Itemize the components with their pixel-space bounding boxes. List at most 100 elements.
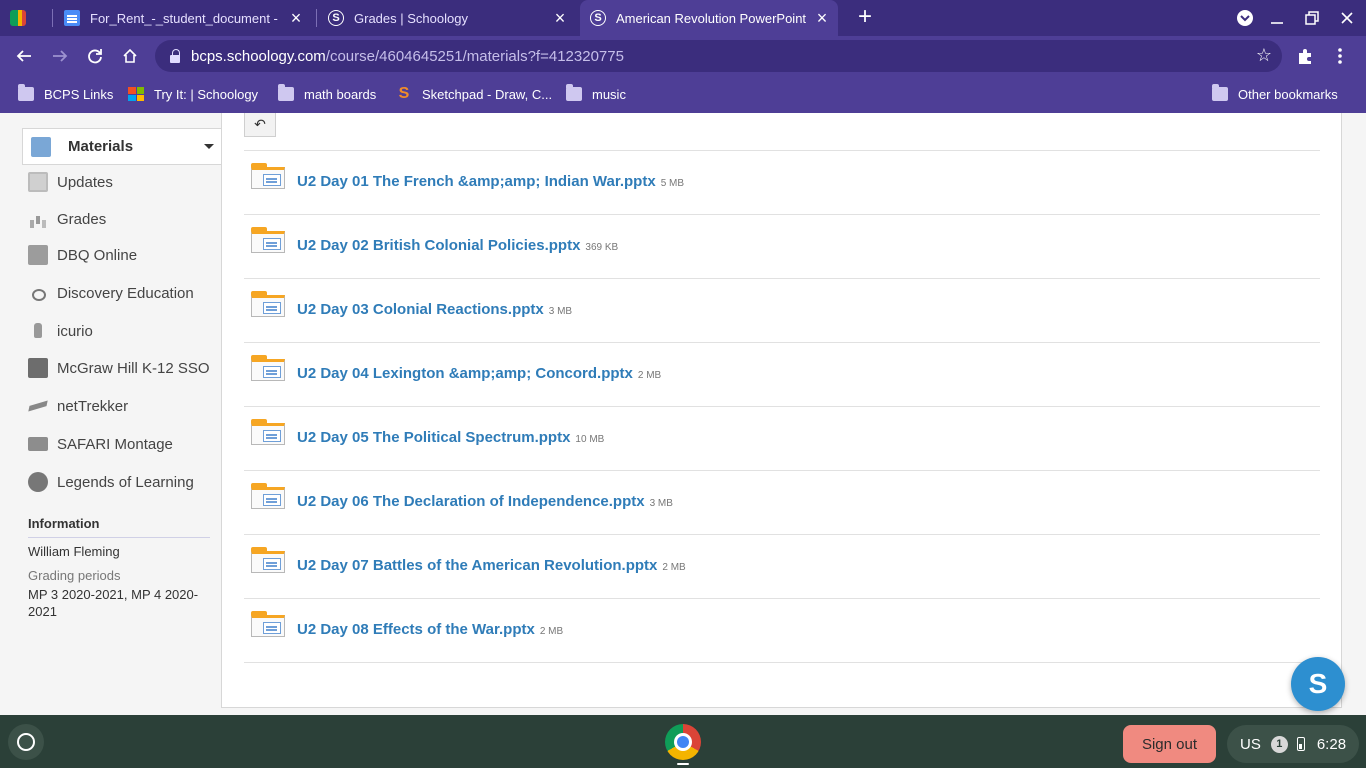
folder-icon bbox=[278, 84, 294, 101]
material-link[interactable]: U2 Day 06 The Declaration of Independenc… bbox=[297, 493, 673, 510]
powerpoint-file-icon bbox=[251, 547, 285, 573]
address-bar[interactable]: bcps.schoology.com/course/4604645251/mat… bbox=[155, 40, 1282, 72]
back-button[interactable]: ↶ bbox=[244, 113, 276, 137]
file-size: 2 MB bbox=[662, 562, 686, 573]
teacher-name[interactable]: William Fleming bbox=[28, 544, 120, 559]
bookmark-bcps-links[interactable]: BCPS Links bbox=[18, 84, 113, 104]
grading-periods-value: MP 3 2020-2021, MP 4 2020-2021 bbox=[28, 587, 199, 619]
material-link[interactable]: U2 Day 08 Effects of the War.pptx 2 MB bbox=[297, 621, 563, 638]
material-row: U2 Day 07 Battles of the American Revolu… bbox=[244, 535, 1320, 599]
file-name[interactable]: U2 Day 08 Effects of the War.pptx bbox=[297, 621, 535, 638]
file-name[interactable]: U2 Day 02 British Colonial Policies.pptx bbox=[297, 237, 580, 254]
meet-icon bbox=[10, 10, 26, 26]
chrome-icon[interactable] bbox=[665, 724, 701, 760]
sidebar-item-grades[interactable]: Grades bbox=[28, 208, 106, 230]
sidebar-item-materials[interactable]: Materials bbox=[22, 128, 222, 165]
updates-icon bbox=[28, 172, 48, 192]
tab-grades[interactable]: S Grades | Schoology × bbox=[328, 0, 568, 36]
file-size: 3 MB bbox=[649, 498, 673, 509]
sidebar-item-legends-of-learning[interactable]: Legends of Learning bbox=[28, 471, 194, 493]
close-icon[interactable]: × bbox=[814, 8, 830, 29]
material-link[interactable]: U2 Day 05 The Political Spectrum.pptx 10 … bbox=[297, 429, 604, 446]
back-icon[interactable] bbox=[8, 40, 40, 72]
bookmark-label: math boards bbox=[304, 86, 377, 102]
materials-icon bbox=[31, 136, 51, 157]
url-host: bcps.schoology.com bbox=[191, 47, 326, 65]
bookmark-math-boards[interactable]: math boards bbox=[278, 84, 376, 104]
sidebar-item-discovery-education[interactable]: Discovery Education bbox=[28, 282, 194, 304]
tab-american-revolution[interactable]: S American Revolution PowerPoint × bbox=[580, 0, 838, 36]
forward-icon[interactable] bbox=[44, 40, 76, 72]
close-icon[interactable]: × bbox=[552, 8, 568, 29]
sidebar-item-dbq-online[interactable]: DBQ Online bbox=[28, 244, 137, 266]
schoology-help-button[interactable]: S bbox=[1291, 657, 1345, 711]
material-link[interactable]: U2 Day 03 Colonial Reactions.pptx 3 MB bbox=[297, 301, 572, 318]
tab-title: American Revolution PowerPoint bbox=[616, 10, 807, 26]
material-row: U2 Day 06 The Declaration of Independenc… bbox=[244, 471, 1320, 535]
powerpoint-file-icon bbox=[251, 291, 285, 317]
course-sidebar: Materials Updates Grades DBQ Online Disc… bbox=[0, 113, 222, 715]
folder-icon bbox=[18, 84, 34, 101]
file-name[interactable]: U2 Day 05 The Political Spectrum.pptx bbox=[297, 429, 570, 446]
bookmark-label: BCPS Links bbox=[44, 86, 114, 102]
bookmark-sketchpad[interactable]: S Sketchpad - Draw, C... bbox=[396, 84, 552, 104]
icurio-icon bbox=[28, 321, 48, 341]
bookmark-try-it-schoology[interactable]: Try It: | Schoology bbox=[128, 84, 258, 104]
schoology-icon: S bbox=[328, 10, 344, 26]
extensions-icon[interactable] bbox=[1289, 40, 1321, 72]
os-shelf: Sign out US 1 6:28 bbox=[0, 715, 1366, 768]
clock: 6:28 bbox=[1316, 735, 1347, 753]
legends-icon bbox=[28, 472, 48, 492]
mcgraw-hill-icon bbox=[28, 358, 48, 378]
new-tab-button[interactable]: + bbox=[852, 4, 878, 30]
tab-meet[interactable] bbox=[10, 0, 46, 36]
file-name[interactable]: U2 Day 04 Lexington &amp;amp; Concord.pp… bbox=[297, 365, 633, 382]
file-size: 2 MB bbox=[637, 370, 662, 381]
bookmark-music[interactable]: music bbox=[566, 84, 626, 104]
sidebar-item-icurio[interactable]: icurio bbox=[28, 320, 93, 342]
material-row: U2 Day 02 British Colonial Policies.pptx… bbox=[244, 215, 1320, 279]
file-name[interactable]: U2 Day 03 Colonial Reactions.pptx bbox=[297, 301, 544, 318]
material-link[interactable]: U2 Day 07 Battles of the American Revolu… bbox=[297, 557, 686, 574]
sidebar-item-label: Grades bbox=[57, 210, 107, 228]
lock-icon bbox=[169, 49, 181, 63]
file-name[interactable]: U2 Day 06 The Declaration of Independenc… bbox=[297, 493, 645, 510]
powerpoint-file-icon bbox=[251, 163, 285, 189]
bookmark-other-bookmarks[interactable]: Other bookmarks bbox=[1212, 84, 1338, 104]
microsoft-icon bbox=[128, 87, 144, 101]
powerpoint-file-icon bbox=[251, 419, 285, 445]
tab-docs[interactable]: For_Rent_-_student_document - G × bbox=[64, 0, 304, 36]
close-window-icon[interactable] bbox=[1330, 0, 1364, 36]
reload-icon[interactable] bbox=[79, 40, 111, 72]
status-tray[interactable]: US 1 6:28 bbox=[1227, 725, 1359, 763]
close-icon[interactable]: × bbox=[288, 8, 304, 29]
star-icon[interactable]: ☆ bbox=[1256, 45, 1272, 66]
home-icon[interactable] bbox=[114, 40, 146, 72]
menu-icon[interactable] bbox=[1324, 40, 1356, 72]
material-link[interactable]: U2 Day 04 Lexington &amp;amp; Concord.pp… bbox=[297, 365, 661, 382]
sidebar-item-mcgraw-hill[interactable]: McGraw Hill K-12 SSO bbox=[28, 357, 210, 379]
folder-icon bbox=[1212, 84, 1228, 101]
battery-icon bbox=[1296, 737, 1305, 751]
sidebar-item-label: SAFARI Montage bbox=[57, 435, 173, 453]
minimize-icon[interactable] bbox=[1260, 0, 1294, 36]
restore-icon[interactable] bbox=[1295, 0, 1329, 36]
tab-search-icon[interactable] bbox=[1228, 0, 1262, 36]
sidebar-item-safari-montage[interactable]: SAFARI Montage bbox=[28, 433, 173, 455]
sketchpad-icon: S bbox=[398, 85, 410, 102]
sidebar-item-label: icurio bbox=[57, 322, 93, 340]
sidebar-item-nettrekker[interactable]: netTrekker bbox=[28, 395, 128, 417]
tab-title: Grades | Schoology bbox=[354, 10, 468, 26]
launcher-icon[interactable] bbox=[8, 724, 44, 760]
file-name[interactable]: U2 Day 07 Battles of the American Revolu… bbox=[297, 557, 657, 574]
file-size: 10 MB bbox=[575, 434, 605, 445]
caret-down-icon[interactable] bbox=[204, 144, 214, 149]
material-link[interactable]: U2 Day 01 The French &amp;amp; Indian Wa… bbox=[297, 173, 684, 190]
sidebar-item-updates[interactable]: Updates bbox=[28, 171, 113, 193]
material-link[interactable]: U2 Day 02 British Colonial Policies.pptx… bbox=[297, 237, 618, 254]
powerpoint-file-icon bbox=[251, 355, 285, 381]
file-name[interactable]: U2 Day 01 The French &amp;amp; Indian Wa… bbox=[297, 173, 656, 190]
powerpoint-file-icon bbox=[251, 227, 285, 253]
sign-out-button[interactable]: Sign out bbox=[1123, 725, 1216, 763]
information-heading: Information bbox=[28, 516, 210, 538]
